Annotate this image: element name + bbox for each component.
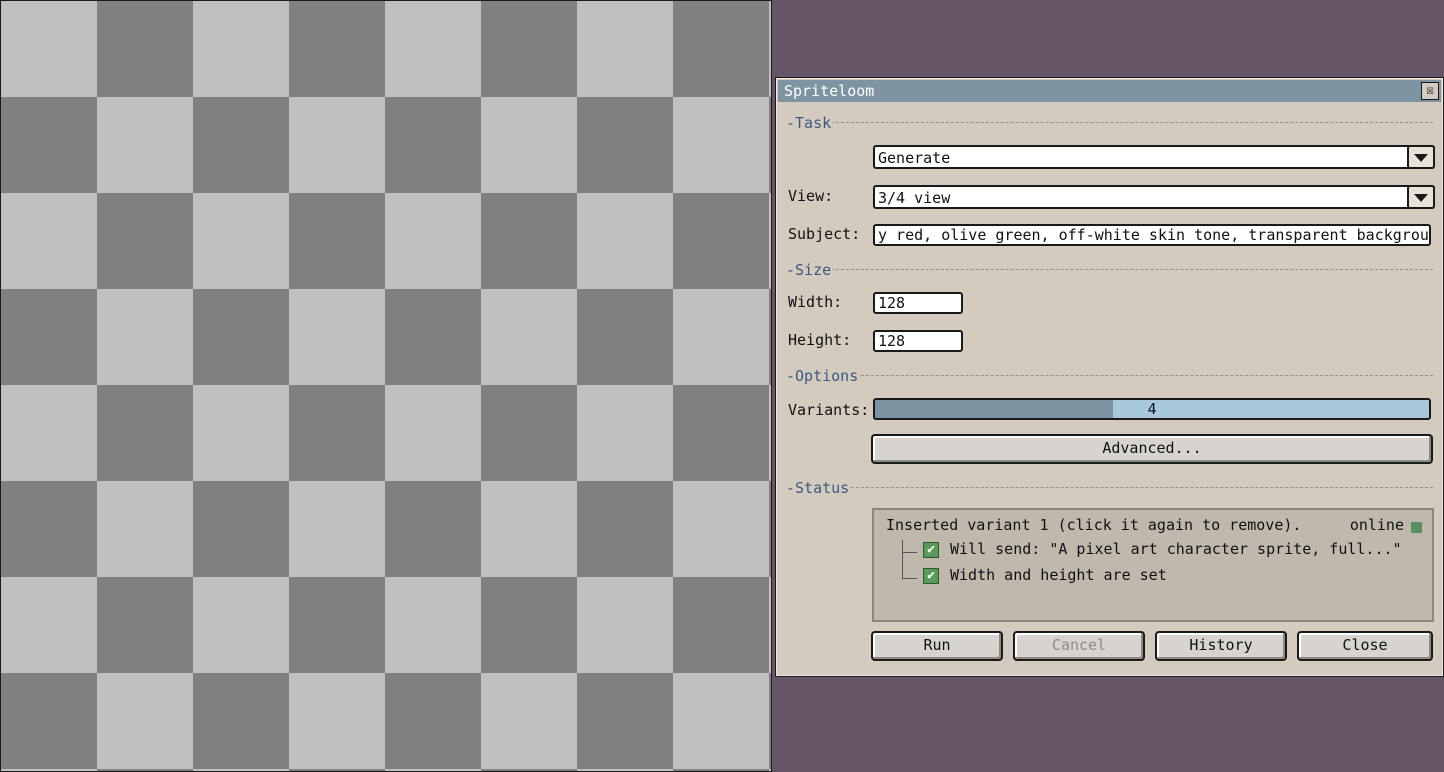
section-task-label: -Task	[786, 114, 834, 132]
check-item-label: Will send: "A pixel art character sprite…	[950, 540, 1402, 558]
spriteloom-dialog: Spriteloom ☒ -Task Generate View: 3/4 vi…	[775, 77, 1444, 677]
section-status-label: -Status	[786, 479, 852, 497]
advanced-button[interactable]: Advanced...	[871, 434, 1433, 464]
width-label: Width:	[788, 293, 843, 311]
height-label: Height:	[788, 331, 852, 349]
online-status-icon	[1411, 522, 1422, 533]
history-button[interactable]: History	[1155, 631, 1287, 661]
cancel-button[interactable]: Cancel	[1013, 631, 1145, 661]
chevron-down-icon[interactable]	[1407, 185, 1435, 209]
checkmark-icon: ✔	[923, 542, 939, 558]
section-size: -Size	[786, 261, 1433, 279]
sprite-canvas-transparent-grid[interactable]	[0, 0, 772, 772]
subject-input[interactable]: y red, olive green, off-white skin tone,…	[873, 224, 1431, 246]
section-size-label: -Size	[786, 261, 834, 279]
section-status: -Status	[786, 479, 1433, 497]
variants-slider[interactable]: 4	[873, 398, 1431, 420]
online-indicator-label: online	[1349, 516, 1404, 534]
view-select-value: 3/4 view	[878, 189, 951, 207]
chevron-down-icon[interactable]	[1407, 145, 1435, 169]
section-options-label: -Options	[786, 367, 861, 385]
status-panel: Inserted variant 1 (click it again to re…	[872, 508, 1434, 622]
view-select[interactable]: 3/4 view	[873, 185, 1435, 209]
checkmark-icon: ✔	[923, 568, 939, 584]
variants-label: Variants:	[788, 401, 870, 419]
section-task: -Task	[786, 114, 1433, 132]
height-input[interactable]: 128	[873, 330, 963, 352]
tree-connector	[902, 552, 917, 579]
check-item-label: Width and height are set	[950, 566, 1167, 584]
mode-select-value: Generate	[878, 149, 951, 167]
close-icon[interactable]: ☒	[1421, 82, 1439, 100]
dialog-titlebar[interactable]: Spriteloom ☒	[778, 80, 1441, 102]
dialog-title: Spriteloom	[784, 82, 875, 100]
run-button[interactable]: Run	[871, 631, 1003, 661]
close-button[interactable]: Close	[1297, 631, 1433, 661]
view-label: View:	[788, 187, 834, 205]
subject-label: Subject:	[788, 225, 861, 243]
mode-select[interactable]: Generate	[873, 145, 1435, 169]
width-input[interactable]: 128	[873, 292, 963, 314]
status-message: Inserted variant 1 (click it again to re…	[886, 516, 1302, 534]
section-options: -Options	[786, 367, 1433, 385]
variants-slider-value: 4	[1147, 400, 1157, 418]
